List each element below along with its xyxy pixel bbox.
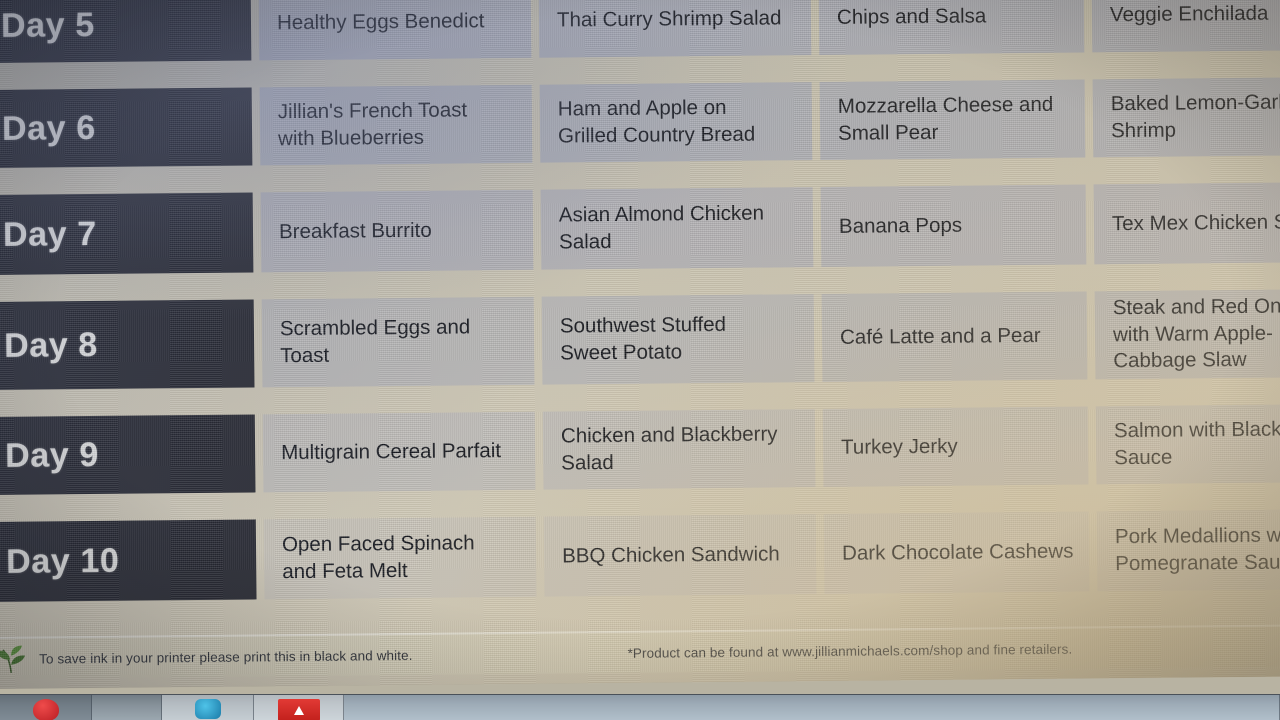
day-label-cell: Day 9 xyxy=(0,414,256,496)
meal-plan-table: Day 5 Healthy Eggs Benedict Thai Curry S… xyxy=(0,0,1280,603)
dinner-cell: Tex Mex Chicken Skillet xyxy=(1093,181,1280,265)
taskbar-item-1[interactable] xyxy=(0,695,92,720)
blue-app-icon xyxy=(194,699,221,719)
taskbar-item-2[interactable] xyxy=(92,695,162,720)
breakfast-cell: Multigrain Cereal Parfait xyxy=(262,411,536,493)
day-label: Day 5 xyxy=(0,5,95,45)
red-circle-icon xyxy=(32,699,59,720)
lunch-cell: Ham and Apple on Grilled Country Bread xyxy=(539,82,813,163)
photographed-screen: Day 5 Healthy Eggs Benedict Thai Curry S… xyxy=(0,0,1280,720)
breakfast-cell: Jillian's French Toast with Blueberries xyxy=(259,84,533,166)
table-row: Day 6 Jillian's French Toast with Bluebe… xyxy=(0,76,1280,169)
dinner-cell: Pork Medallions with Pomegranate Sauce xyxy=(1096,508,1280,592)
snack-cell: Café Latte and a Pear xyxy=(821,291,1088,382)
dinner-cell: Salmon with Black Bean Sauce xyxy=(1095,403,1280,485)
day-label-cell: Day 7 xyxy=(0,192,254,276)
plant-leaf-icon xyxy=(0,645,26,673)
lunch-cell: Southwest Stuffed Sweet Potato xyxy=(541,294,815,385)
lunch-cell: BBQ Chicken Sandwich xyxy=(543,514,817,597)
snack-cell: Mozzarella Cheese and Small Pear xyxy=(819,79,1086,160)
red-player-icon xyxy=(277,699,320,720)
document-footer: To save ink in your printer please print… xyxy=(0,624,1280,680)
table-row: Day 10 Open Faced Spinach and Feta Melt … xyxy=(0,508,1280,603)
table-row: Day 5 Healthy Eggs Benedict Thai Curry S… xyxy=(0,0,1280,64)
breakfast-cell: Healthy Eggs Benedict xyxy=(258,0,532,61)
product-note: *Product can be found at www.jillianmich… xyxy=(627,641,1073,661)
day-label-cell: Day 8 xyxy=(0,299,255,391)
day-label-cell: Day 10 xyxy=(0,519,257,603)
table-row: Day 9 Multigrain Cereal Parfait Chicken … xyxy=(0,403,1280,496)
day-label: Day 9 xyxy=(4,435,100,475)
snack-cell: Turkey Jerky xyxy=(822,406,1089,487)
dinner-cell: Steak and Red Onion with Warm Apple- Cab… xyxy=(1094,288,1280,380)
lunch-cell: Thai Curry Shrimp Salad xyxy=(538,0,812,58)
breakfast-cell: Scrambled Eggs and Toast xyxy=(261,296,535,388)
dinner-cell: Baked Lemon-Garlic Shrimp xyxy=(1092,76,1280,158)
day-label: Day 6 xyxy=(1,108,96,148)
taskbar[interactable] xyxy=(0,694,1280,720)
dinner-cell: Veggie Enchilada xyxy=(1091,0,1280,53)
day-label: Day 7 xyxy=(2,214,97,254)
day-label: Day 10 xyxy=(5,541,120,581)
breakfast-cell: Open Faced Spinach and Feta Melt xyxy=(263,516,537,600)
taskbar-item-4[interactable] xyxy=(254,695,344,720)
table-row: Day 8 Scrambled Eggs and Toast Southwest… xyxy=(0,288,1280,391)
meal-plan-document: Day 5 Healthy Eggs Benedict Thai Curry S… xyxy=(0,0,1280,690)
taskbar-item-3[interactable] xyxy=(162,695,254,720)
lunch-cell: Chicken and Blackberry Salad xyxy=(542,409,816,490)
snack-cell: Dark Chocolate Cashews xyxy=(823,511,1090,594)
print-note: To save ink in your printer please print… xyxy=(39,647,413,667)
snack-cell: Banana Pops xyxy=(820,184,1087,267)
day-label-cell: Day 5 xyxy=(0,0,252,64)
table-row: Day 7 Breakfast Burrito Asian Almond Chi… xyxy=(0,181,1280,276)
snack-cell: Chips and Salsa xyxy=(818,0,1085,56)
day-label-cell: Day 6 xyxy=(0,87,253,169)
lunch-cell: Asian Almond Chicken Salad xyxy=(540,187,814,270)
taskbar-empty-area[interactable] xyxy=(344,695,1280,720)
breakfast-cell: Breakfast Burrito xyxy=(260,189,534,273)
day-label: Day 8 xyxy=(3,325,98,365)
